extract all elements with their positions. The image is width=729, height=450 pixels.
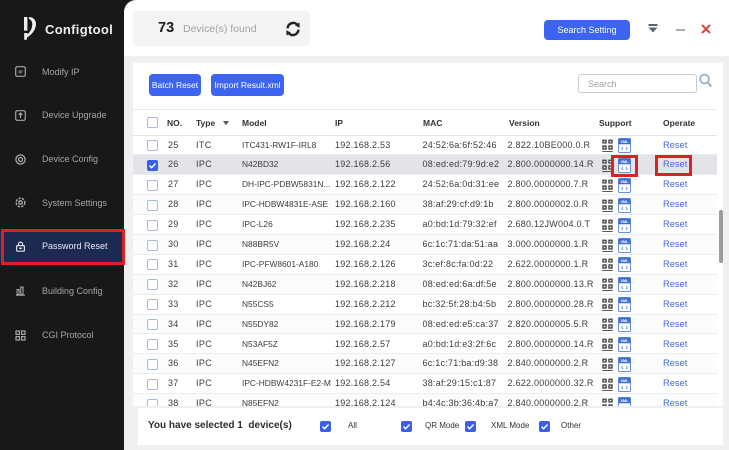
svg-text:XML: XML — [620, 299, 629, 303]
svg-text:XML: XML — [620, 140, 629, 144]
svg-text:XML: XML — [620, 399, 629, 403]
svg-text:XML: XML — [620, 279, 629, 283]
svg-text:XML: XML — [620, 259, 629, 263]
svg-text:IP: IP — [18, 70, 22, 75]
svg-text:XML: XML — [620, 180, 629, 184]
svg-text:XML: XML — [620, 359, 629, 363]
svg-text:XML: XML — [620, 379, 629, 383]
svg-text:XML: XML — [620, 219, 629, 223]
svg-text:XML: XML — [620, 339, 629, 343]
svg-text:XML: XML — [620, 200, 629, 204]
svg-text:XML: XML — [620, 319, 629, 323]
svg-text:XML: XML — [620, 239, 629, 243]
